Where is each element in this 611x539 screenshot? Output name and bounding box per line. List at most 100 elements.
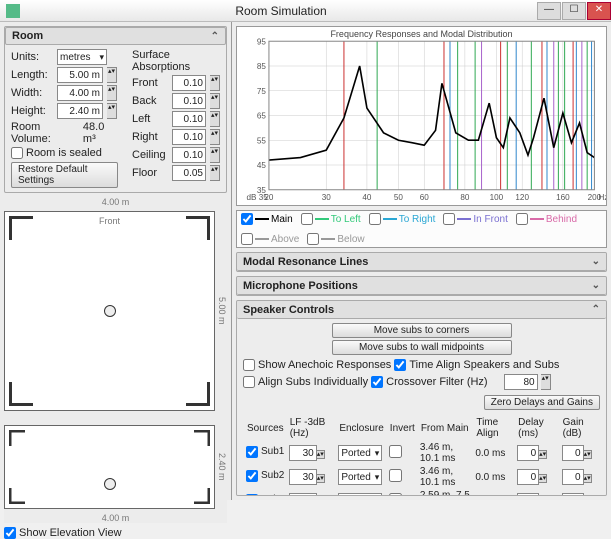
sub3-invert-checkbox[interactable]: [389, 493, 402, 496]
units-label: Units:: [11, 51, 53, 63]
sub3-gain-field[interactable]: 0: [562, 493, 584, 496]
speaker-section-header[interactable]: Speaker Controls ⌃: [237, 301, 606, 319]
abs-floor-field[interactable]: 0.05: [172, 165, 206, 181]
legend-item-main[interactable]: Main: [241, 213, 293, 225]
sub1-gain-field[interactable]: 0: [562, 445, 584, 461]
col-from-main: From Main: [419, 416, 473, 440]
abs-left-field[interactable]: 0.10: [172, 111, 206, 127]
maximize-button[interactable]: ☐: [562, 2, 586, 20]
plan-front-label: Front: [5, 216, 214, 226]
mic-section-header[interactable]: Microphone Positions⌄: [237, 277, 606, 295]
show-elevation-checkbox[interactable]: [4, 527, 16, 539]
volume-value: 48.0 m³: [83, 121, 118, 145]
source-sub3-checkbox[interactable]: [246, 494, 258, 497]
sub3-lf-field[interactable]: 30: [289, 493, 317, 496]
abs-right-field[interactable]: 0.10: [172, 129, 206, 145]
length-spinner[interactable]: ▴▾: [107, 67, 117, 83]
timealign-checkbox[interactable]: [394, 359, 406, 371]
legend-item-to-left[interactable]: To Left: [301, 213, 361, 225]
sub2-enclosure-select[interactable]: Ported: [338, 469, 382, 485]
abs-back-field[interactable]: 0.10: [172, 93, 206, 109]
collapse-icon: ⌃: [211, 31, 219, 42]
abs-back-spinner[interactable]: ▴▾: [210, 93, 220, 109]
sub1-enclosure-select[interactable]: Ported: [338, 445, 382, 461]
col-time-align: Time Align: [474, 416, 514, 440]
crossover-spinner[interactable]: ▴▾: [541, 374, 551, 390]
elevation-view[interactable]: [4, 425, 215, 509]
source-sub1-checkbox[interactable]: [246, 446, 258, 458]
sub1-invert-checkbox[interactable]: [389, 445, 402, 458]
svg-text:55: 55: [257, 136, 267, 145]
abs-left-spinner[interactable]: ▴▾: [210, 111, 220, 127]
units-select[interactable]: metres: [57, 49, 107, 65]
volume-label: Room Volume:: [11, 121, 79, 145]
mic-icon[interactable]: [104, 305, 116, 317]
align-indiv-label: Align Subs Individually: [258, 376, 368, 388]
svg-text:75: 75: [257, 87, 267, 96]
crossover-label: Crossover Filter (Hz): [386, 376, 487, 388]
width-field[interactable]: 4.00 m: [57, 85, 103, 101]
legend-item-in-front[interactable]: In Front: [443, 213, 507, 225]
col-lf-3db-hz-: LF -3dB (Hz): [288, 416, 336, 440]
abs-front-spinner[interactable]: ▴▾: [210, 75, 220, 91]
zero-delays-gains-button[interactable]: Zero Delays and Gains: [484, 395, 600, 410]
crossover-checkbox[interactable]: [371, 376, 383, 388]
height-field[interactable]: 2.40 m: [57, 103, 103, 119]
legend-item-above[interactable]: Above: [241, 233, 299, 245]
plan-width-bottom: 4.00 m: [4, 513, 227, 523]
plan-view[interactable]: Front: [4, 211, 215, 411]
sub3-enclosure-select[interactable]: Ported: [338, 493, 382, 496]
svg-text:dB 35: dB 35: [247, 193, 269, 202]
abs-right-spinner[interactable]: ▴▾: [210, 129, 220, 145]
restore-defaults-button[interactable]: Restore Default Settings: [11, 162, 118, 188]
abs-ceiling-field[interactable]: 0.10: [172, 147, 206, 163]
abs-back-label: Back: [132, 95, 168, 107]
mic-section-label: Microphone Positions: [243, 280, 358, 292]
col-invert: Invert: [388, 416, 417, 440]
sealed-checkbox[interactable]: [11, 147, 23, 159]
abs-floor-spinner[interactable]: ▴▾: [210, 165, 220, 181]
svg-text:160: 160: [556, 193, 570, 202]
modal-section-header[interactable]: Modal Resonance Lines⌄: [237, 253, 606, 271]
sub2-invert-checkbox[interactable]: [389, 469, 402, 482]
sub2-delay-field[interactable]: 0: [517, 469, 539, 485]
window-title: Room Simulation: [26, 4, 536, 18]
abs-front-field[interactable]: 0.10: [172, 75, 206, 91]
anechoic-checkbox[interactable]: [243, 359, 255, 371]
mic-icon-elev[interactable]: [104, 478, 116, 490]
col-delay-ms-: Delay (ms): [516, 416, 558, 440]
crossover-field[interactable]: 80: [504, 374, 538, 390]
svg-text:45: 45: [257, 161, 267, 170]
move-subs-corners-button[interactable]: Move subs to corners: [332, 323, 512, 338]
move-subs-midpoints-button[interactable]: Move subs to wall midpoints: [332, 340, 512, 355]
frequency-chart[interactable]: Frequency Responses and Modal Distributi…: [236, 26, 607, 206]
sub3-delay-field[interactable]: 0: [517, 493, 539, 496]
speaker-section-label: Speaker Controls: [243, 304, 334, 316]
show-elevation-label: Show Elevation View: [19, 527, 122, 539]
width-spinner[interactable]: ▴▾: [107, 85, 117, 101]
length-field[interactable]: 5.00 m: [57, 67, 103, 83]
align-indiv-checkbox[interactable]: [243, 376, 255, 388]
chart-title: Frequency Responses and Modal Distributi…: [237, 29, 606, 39]
minimize-button[interactable]: —: [537, 2, 561, 20]
legend-item-behind[interactable]: Behind: [516, 213, 577, 225]
chevron-up-icon: ⌃: [592, 304, 600, 315]
abs-left-label: Left: [132, 113, 168, 125]
abs-ceiling-spinner[interactable]: ▴▾: [210, 147, 220, 163]
col-sources: Sources: [245, 416, 286, 440]
sub2-lf-field[interactable]: 30: [289, 469, 317, 485]
abs-ceiling-label: Ceiling: [132, 149, 168, 161]
sub1-delay-field[interactable]: 0: [517, 445, 539, 461]
sub1-lf-field[interactable]: 30: [289, 445, 317, 461]
room-panel-header[interactable]: Room ⌃: [5, 27, 226, 45]
source-row-sub2: Sub2 30▴▾ Ported 3.46 m, 10.1 ms 0.0 ms …: [245, 466, 598, 488]
sub2-gain-field[interactable]: 0: [562, 469, 584, 485]
timealign-label: Time Align Speakers and Subs: [409, 359, 559, 371]
close-button[interactable]: ✕: [587, 2, 611, 20]
height-spinner[interactable]: ▴▾: [107, 103, 117, 119]
legend-item-to-right[interactable]: To Right: [369, 213, 436, 225]
svg-text:80: 80: [460, 193, 470, 202]
source-sub2-checkbox[interactable]: [246, 470, 258, 482]
chevron-down-icon: ⌄: [592, 256, 600, 267]
legend-item-below[interactable]: Below: [307, 233, 364, 245]
